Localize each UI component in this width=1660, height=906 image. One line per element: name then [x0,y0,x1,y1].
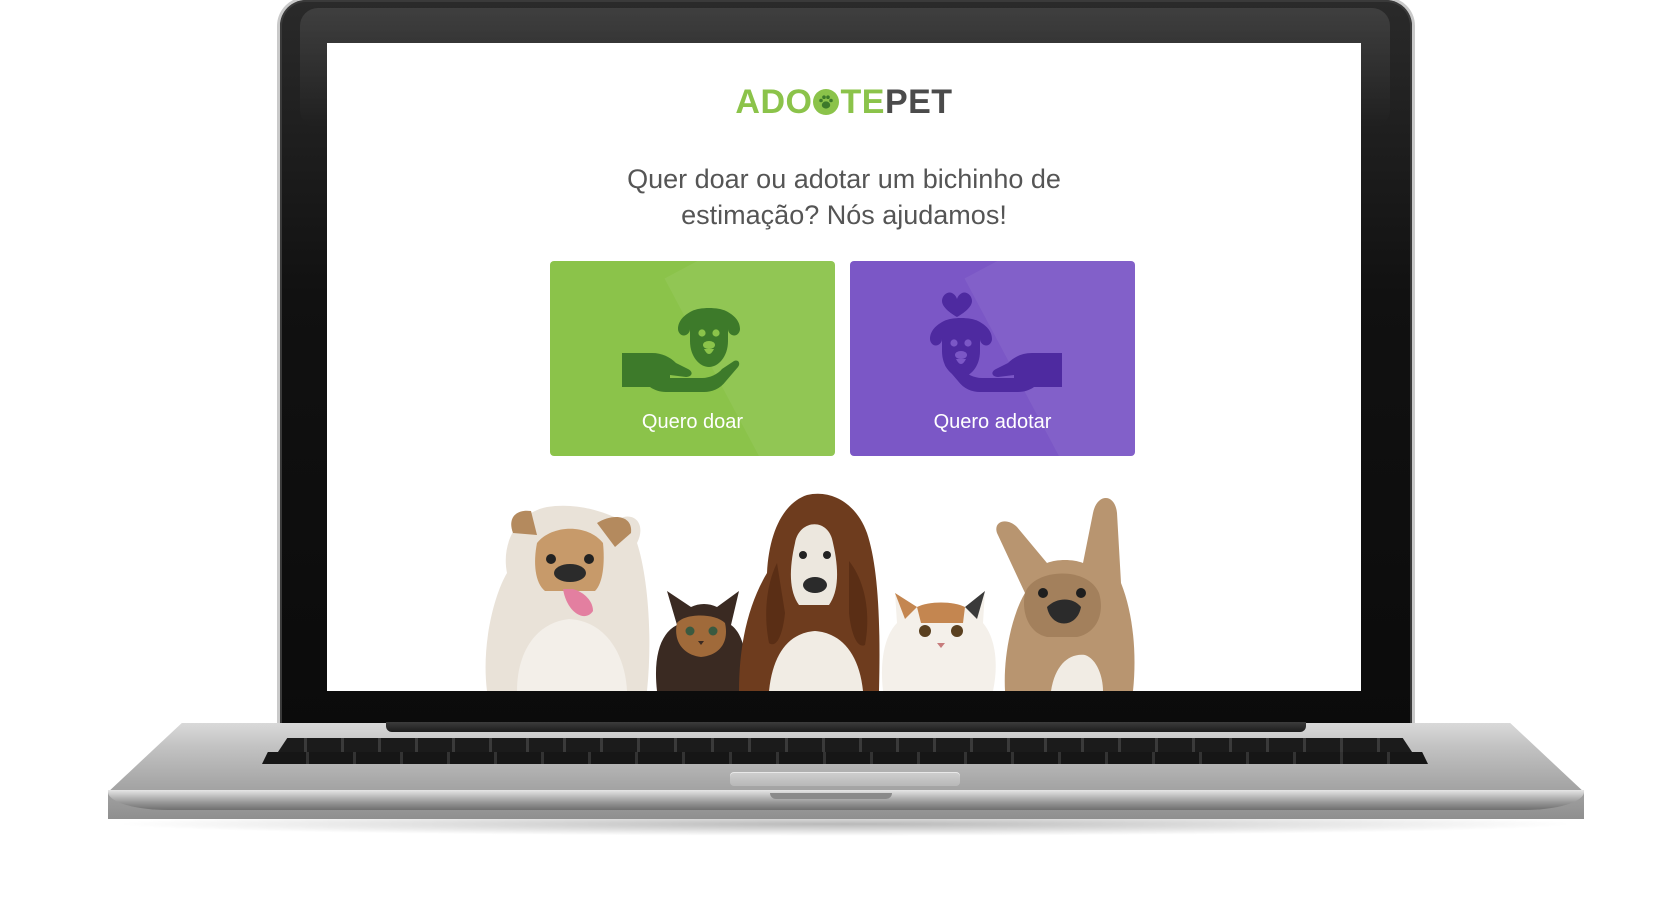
headline-line-1: Quer doar ou adotar um bichinho de [627,164,1061,194]
paw-icon [813,89,840,115]
pets-photo [485,493,1135,691]
bulldog-image [485,505,650,691]
donate-button[interactable]: Quero doar [550,261,835,456]
logo-text-ado: ADO [735,83,813,121]
kitten-image [655,591,746,691]
laptop-screen: ADO TEPET Quer doar ou adotar um bichinho… [327,43,1361,691]
hand-giving-dog-icon [622,308,740,392]
laptop-keyboard-row [262,752,1428,764]
headline-line-2: estimação? Nós ajudamos! [681,200,1007,230]
hand-receiving-dog-heart-icon [930,292,1062,392]
laptop-trackpad [730,772,960,786]
persian-cat-image [881,591,996,691]
adopt-button[interactable]: Quero adotar [850,261,1135,456]
logo[interactable]: ADO TEPET [327,83,1361,122]
adopt-button-label: Quero adotar [933,411,1052,433]
logo-text-te: TE [840,83,885,121]
logo-text-pet: PET [884,83,953,121]
french-bulldog-image [996,498,1135,691]
laptop-hinge [386,722,1306,732]
basset-hound-image [739,493,880,691]
donate-button-label: Quero doar [641,411,744,433]
laptop-notch [770,793,892,799]
headline: Quer doar ou adotar um bichinho de estim… [327,161,1361,233]
